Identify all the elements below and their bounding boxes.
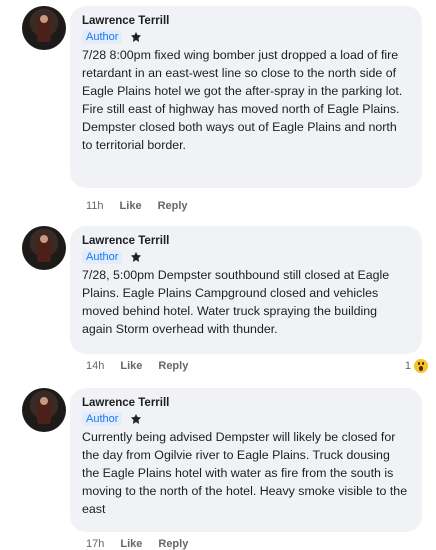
author-badge: Author: [82, 30, 123, 44]
avatar[interactable]: [22, 6, 66, 50]
author-badge: Author: [82, 250, 123, 264]
comment-author[interactable]: Lawrence Terrill: [82, 396, 410, 410]
comment-thread: Lawrence Terrill Author 7/28 8:00pm fixe…: [0, 0, 436, 550]
comment-actions: 11h Like Reply: [86, 200, 188, 212]
comment-timestamp[interactable]: 11h: [86, 200, 104, 212]
author-badge: Author: [82, 412, 123, 426]
reaction-summary[interactable]: 1: [405, 359, 428, 373]
avatar[interactable]: [22, 388, 66, 432]
comment-timestamp[interactable]: 14h: [86, 360, 104, 372]
author-emblem-icon: [131, 414, 142, 424]
wow-emoji-icon: [414, 359, 428, 373]
like-link[interactable]: Like: [120, 538, 142, 550]
comment-bubble: Lawrence Terrill Author Currently being …: [70, 388, 422, 532]
author-emblem-icon: [131, 32, 142, 42]
like-link[interactable]: Like: [120, 360, 142, 372]
comment-actions: 14h Like Reply: [86, 360, 188, 372]
reply-link[interactable]: Reply: [158, 538, 188, 550]
avatar[interactable]: [22, 226, 66, 270]
comment-text: 7/28 8:00pm fixed wing bomber just dropp…: [82, 48, 403, 152]
comment-timestamp[interactable]: 17h: [86, 538, 104, 550]
reply-link[interactable]: Reply: [158, 200, 188, 212]
comment-author[interactable]: Lawrence Terrill: [82, 14, 410, 28]
comment-author[interactable]: Lawrence Terrill: [82, 234, 410, 248]
comment-actions: 17h Like Reply: [86, 538, 188, 550]
comment-text: 7/28, 5:00pm Dempster southbound still c…: [82, 268, 390, 336]
comment-bubble: Lawrence Terrill Author 7/28 8:00pm fixe…: [70, 6, 422, 188]
like-link[interactable]: Like: [120, 200, 142, 212]
author-emblem-icon: [131, 252, 142, 262]
comment-bubble: Lawrence Terrill Author 7/28, 5:00pm Dem…: [70, 226, 422, 354]
comment-text: Currently being advised Dempster will li…: [82, 430, 408, 516]
reply-link[interactable]: Reply: [158, 360, 188, 372]
reaction-count: 1: [404, 360, 411, 372]
